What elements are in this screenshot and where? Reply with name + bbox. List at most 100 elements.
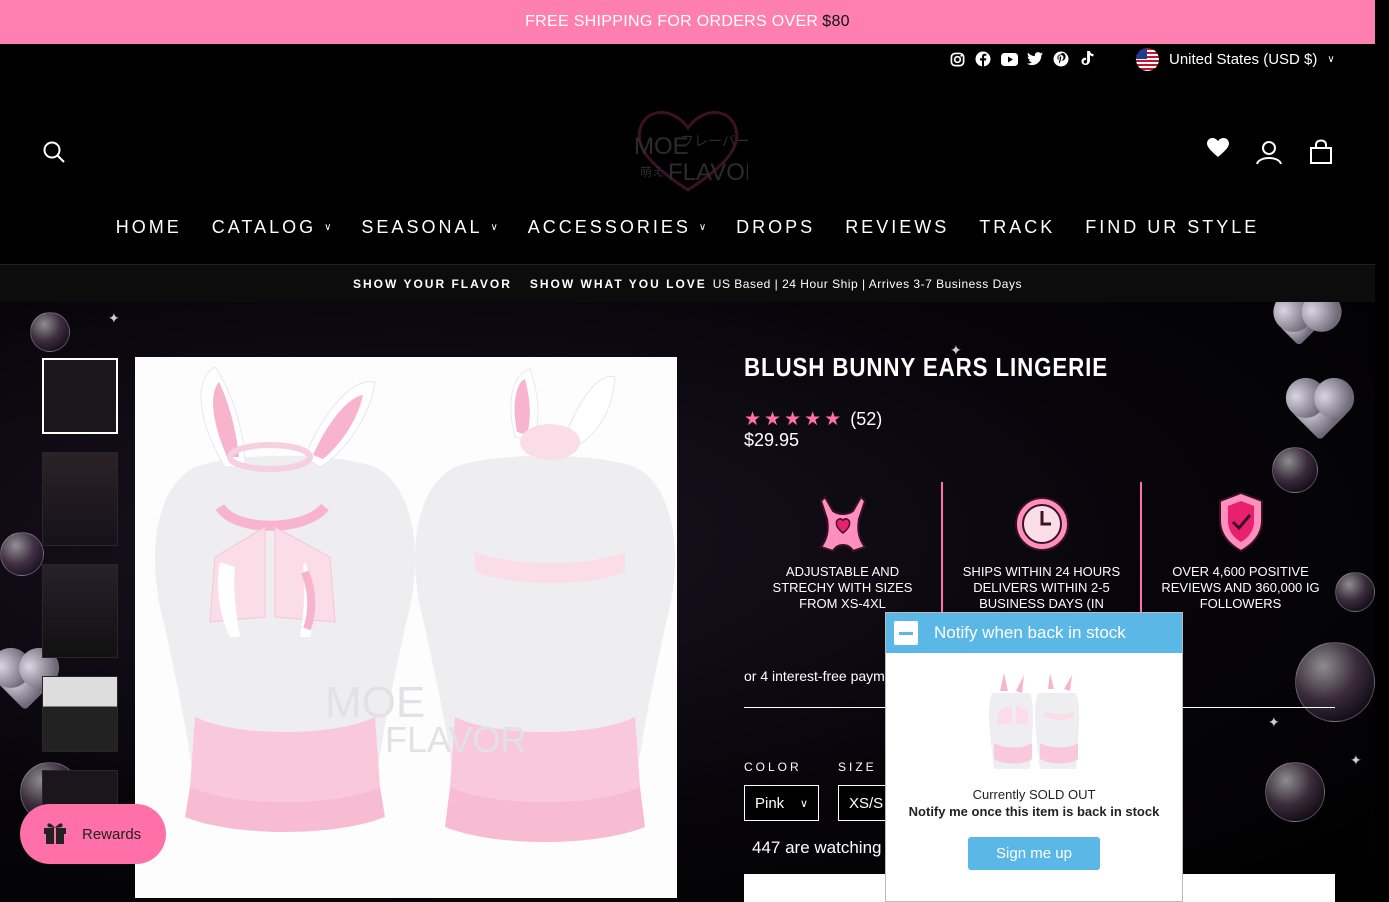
nav-item-accessories[interactable]: ACCESSORIES ∨	[528, 217, 706, 238]
product-rating[interactable]: ★ ★ ★ ★ ★ (52)	[744, 408, 882, 431]
feature-item: SHIPS WITHIN 24 HOURS DELIVERS WITHIN 2-…	[943, 482, 1142, 612]
chevron-down-icon: ∨	[799, 797, 808, 810]
popup-status: Currently SOLD OUT	[972, 787, 1096, 802]
search-icon[interactable]	[42, 140, 66, 164]
thumbnail-3[interactable]	[42, 564, 118, 658]
country-selector[interactable]: United States (USD $) ∨	[1136, 48, 1335, 71]
color-value: Pink	[755, 794, 785, 812]
nav-label: REVIEWS	[845, 216, 950, 237]
star-icon: ★	[744, 409, 762, 430]
color-select[interactable]: Pink ∨	[744, 785, 819, 821]
minimize-icon[interactable]	[894, 621, 918, 645]
back-in-stock-popup: Notify when back in stock Currently SOLD…	[885, 612, 1183, 902]
svg-text:FLAVOR: FLAVOR	[385, 719, 526, 760]
decor-heart	[1279, 306, 1319, 346]
cart-icon[interactable]	[1308, 138, 1334, 166]
feature-item: OVER 4,600 POSITIVE REVIEWS AND 360,000 …	[1142, 482, 1339, 612]
country-label: United States (USD $)	[1169, 51, 1318, 68]
color-label: COLOR	[744, 760, 802, 774]
clock-icon	[1013, 490, 1071, 554]
product-main-image[interactable]: MOE FLAVOR	[135, 357, 677, 898]
account-icon[interactable]	[1256, 140, 1282, 166]
thumbnail-4[interactable]	[42, 676, 118, 752]
popup-title: Notify when back in stock	[934, 623, 1126, 642]
wishlist-heart-icon[interactable]	[1205, 136, 1231, 160]
decor-sparkle: ✦	[108, 310, 120, 326]
nav-label: DROPS	[736, 216, 816, 237]
feature-list: ADJUSTABLE AND STRECHY WITH SIZES FROM X…	[744, 482, 1339, 612]
nav-label: SEASONAL	[361, 216, 483, 237]
popup-header: Notify when back in stock	[886, 613, 1182, 653]
svg-text:フレーバー: フレーバー	[680, 133, 748, 149]
announcement-bar: FREE SHIPPING FOR ORDERS OVER $80	[0, 0, 1375, 44]
chevron-down-icon: ∨	[324, 221, 332, 233]
decor-sparkle: ✦	[1268, 714, 1280, 730]
feature-item: ADJUSTABLE AND STRECHY WITH SIZES FROM X…	[744, 482, 943, 612]
site-logo[interactable]: MOE フレーバー 萌え FLAVOR	[628, 104, 762, 196]
product-title: BLUSH BUNNY EARS LINGERIE	[744, 352, 1108, 382]
nav-item-drops[interactable]: DROPS	[736, 217, 815, 238]
rewards-button[interactable]: Rewards	[20, 804, 166, 864]
feature-text: SHIPS WITHIN 24 HOURS DELIVERS WITHIN 2-…	[962, 564, 1121, 611]
strip-tagline-1: SHOW YOUR FLAVOR	[353, 276, 512, 291]
nav-label: HOME	[115, 216, 182, 237]
rating-count: (52)	[850, 409, 883, 429]
main-nav: HOME CATALOG ∨ SEASONAL ∨ ACCESSORIES ∨ DRO…	[0, 204, 1375, 250]
facebook-icon[interactable]	[974, 50, 992, 68]
popup-message: Notify me once this item is back in stoc…	[908, 804, 1160, 819]
nav-label: ACCESSORIES	[527, 216, 691, 237]
instagram-icon[interactable]	[948, 50, 966, 68]
watching-count: 447 are watching	[752, 838, 882, 857]
nav-label: CATALOG	[211, 216, 317, 237]
strip-tagline-2: SHOW WHAT YOU LOVE	[529, 276, 707, 291]
nav-item-find-ur-style[interactable]: FIND UR STYLE	[1085, 217, 1259, 238]
decor-bubble	[1335, 572, 1375, 612]
decor-sparkle: ✦	[1350, 752, 1362, 768]
popup-product-image	[984, 671, 1084, 771]
gift-icon	[42, 819, 68, 849]
chevron-down-icon: ∨	[1327, 54, 1335, 65]
size-label: SIZE	[838, 760, 877, 774]
shield-check-icon	[1212, 490, 1270, 554]
nav-item-reviews[interactable]: REVIEWS	[845, 217, 949, 238]
us-flag-icon	[1136, 48, 1159, 71]
svg-text:FLAVOR: FLAVOR	[668, 159, 748, 186]
nav-label: FIND UR STYLE	[1085, 216, 1260, 237]
site-header: MOE フレーバー 萌え FLAVOR	[0, 84, 1375, 204]
decor-bubble	[1295, 642, 1375, 722]
size-value: XS/S	[849, 794, 884, 812]
decor-bubble	[1265, 762, 1325, 822]
tiktok-icon[interactable]	[1078, 50, 1096, 68]
bodysuit-icon	[814, 490, 872, 554]
chevron-down-icon: ∨	[698, 221, 707, 233]
star-icon: ★	[804, 409, 822, 430]
announcement-amount: $80	[822, 13, 850, 30]
feature-text: ADJUSTABLE AND STRECHY WITH SIZES FROM X…	[772, 564, 913, 611]
top-bar: United States (USD $) ∨	[0, 44, 1375, 84]
strip-shipping-info: US Based | 24 Hour Ship | Arrives 3-7 Bu…	[712, 276, 1022, 291]
decor-bubble	[0, 532, 44, 576]
thumbnail-gallery	[42, 358, 118, 864]
rewards-label: Rewards	[82, 825, 142, 843]
svg-text:萌え: 萌え	[640, 165, 664, 179]
nav-item-home[interactable]: HOME	[116, 217, 182, 238]
promo-strip: SHOW YOUR FLAVOR SHOW WHAT YOU LOVE US B…	[0, 264, 1375, 302]
youtube-icon[interactable]	[1000, 50, 1018, 68]
pinterest-icon[interactable]	[1052, 50, 1070, 68]
decor-heart	[1291, 383, 1349, 441]
thumbnail-1[interactable]	[42, 358, 118, 434]
star-icon: ★	[764, 409, 782, 430]
nav-item-track[interactable]: TRACK	[979, 217, 1055, 238]
social-links	[948, 50, 1096, 68]
product-price: $29.95	[744, 430, 800, 450]
nav-label: TRACK	[979, 216, 1056, 237]
nav-item-seasonal[interactable]: SEASONAL ∨	[361, 217, 497, 238]
star-icon: ★	[824, 409, 842, 430]
twitter-icon[interactable]	[1026, 50, 1044, 68]
star-icon: ★	[784, 409, 802, 430]
sign-me-up-button[interactable]: Sign me up	[968, 837, 1100, 870]
chevron-down-icon: ∨	[490, 221, 498, 233]
thumbnail-2[interactable]	[42, 452, 118, 546]
announcement-text: FREE SHIPPING FOR ORDERS OVER	[525, 13, 819, 30]
nav-item-catalog[interactable]: CATALOG ∨	[212, 217, 332, 238]
